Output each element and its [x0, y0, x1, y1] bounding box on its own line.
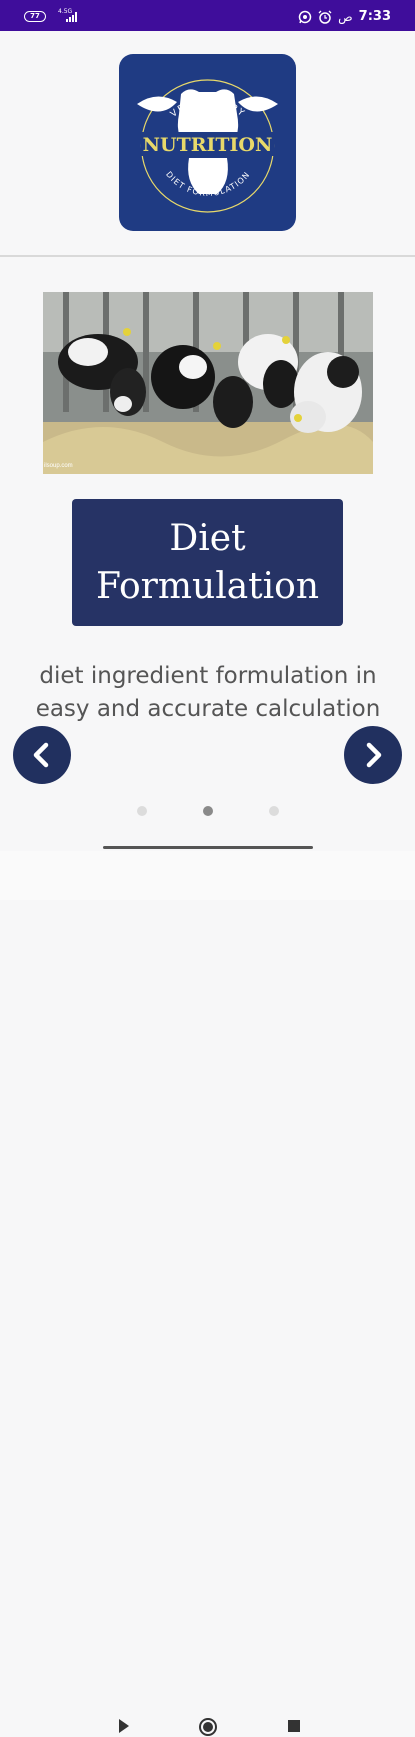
next-slide-button[interactable]	[344, 726, 402, 784]
back-triangle-icon[interactable]	[116, 1717, 132, 1735]
page-indicator-dot-active[interactable]	[203, 806, 213, 816]
chevron-left-icon	[33, 742, 49, 768]
recents-square-icon[interactable]	[287, 1719, 301, 1733]
cows-feeding-image	[43, 292, 373, 474]
home-circle-icon[interactable]	[198, 1717, 218, 1737]
previous-slide-button[interactable]	[13, 726, 71, 784]
signal-icon	[66, 12, 77, 22]
nutrition-logo-graphic: VETERINARY NUTRITION DIET FORMULATION	[137, 79, 278, 213]
status-time: 7:33	[358, 9, 391, 24]
page-indicator-dot[interactable]	[137, 806, 147, 816]
whatsapp-icon	[298, 10, 312, 23]
chevron-right-icon	[366, 742, 382, 768]
app-logo: VETERINARY NUTRITION DIET FORMULATION	[119, 54, 296, 231]
slide-title-line2: Formulation	[95, 565, 320, 607]
system-navigation-bar	[0, 851, 415, 1736]
gesture-handle	[103, 846, 313, 849]
status-bar: 77 4.5G ص 7:33	[0, 0, 415, 31]
image-watermark: ilsoup.com	[44, 463, 73, 469]
page-indicator-dot[interactable]	[269, 806, 279, 816]
status-ampm: ص	[338, 9, 353, 24]
slide-title-box: Diet Formulation	[72, 499, 343, 626]
header-divider	[0, 255, 415, 257]
cows-feeding-illustration	[43, 292, 373, 474]
slide-title-line1: Diet	[169, 517, 246, 559]
battery-icon: 77	[24, 11, 46, 22]
alarm-icon	[318, 10, 332, 24]
slide-description: diet ingredient formulation in easy and …	[35, 663, 381, 722]
logo-main-text: NUTRITION	[143, 134, 273, 156]
battery-level: 77	[30, 12, 40, 20]
